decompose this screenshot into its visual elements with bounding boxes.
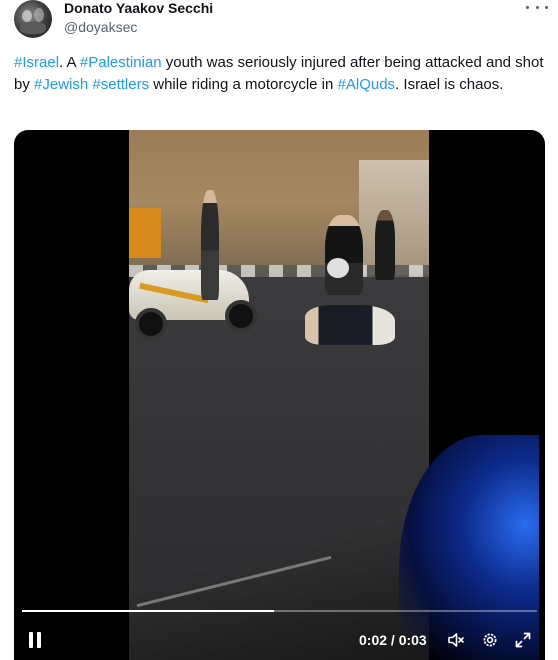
tweet-header: Donato Yaakov Secchi @doyaksec	[0, 0, 558, 44]
tweet-text-segment: while riding a motorcycle in	[149, 76, 338, 93]
avatar-figure	[34, 8, 44, 22]
hashtag-link[interactable]: #Palestinian	[80, 54, 162, 71]
ellipsis-dot	[526, 5, 529, 9]
user-handle[interactable]: @doyaksec	[64, 19, 137, 35]
orange-delivery-box	[129, 208, 161, 258]
hashtag-link[interactable]: #AlQuds	[338, 76, 396, 93]
standing-person	[325, 215, 363, 295]
expand-icon[interactable]	[513, 630, 533, 650]
person-on-ground	[305, 305, 395, 345]
tweet-text: #Israel. A #Palestinian youth was seriou…	[14, 52, 550, 96]
tweet-text-segment: . Israel is chaos.	[395, 76, 504, 93]
user-display-name[interactable]: Donato Yaakov Secchi	[64, 0, 213, 16]
avatar-figure	[20, 22, 46, 34]
standing-person	[375, 210, 395, 280]
ellipsis-dot	[535, 5, 539, 9]
ellipsis-dot	[545, 5, 548, 9]
video-time-display: 0:02 / 0:03	[359, 632, 427, 648]
helmet	[327, 258, 349, 278]
pause-bar	[37, 632, 41, 648]
avatar-figure	[22, 10, 32, 22]
more-options-ellipsis-icon[interactable]	[526, 0, 548, 14]
hashtag-link[interactable]: #settlers	[92, 76, 149, 93]
hashtag-link[interactable]: #Jewish	[34, 76, 88, 93]
video-player[interactable]: 0:02 / 0:03	[14, 130, 545, 660]
standing-person	[201, 190, 219, 300]
scooter-wheel	[135, 308, 167, 340]
video-controls: 0:02 / 0:03	[14, 620, 545, 660]
muted-speaker-icon[interactable]	[446, 630, 466, 650]
user-avatar[interactable]	[14, 0, 52, 38]
pause-bar	[29, 632, 33, 648]
pause-icon[interactable]	[28, 632, 42, 648]
gear-icon[interactable]	[480, 630, 500, 650]
scooter-wheel	[225, 300, 257, 332]
hashtag-link[interactable]: #Israel	[14, 54, 59, 71]
tweet-text-segment: . A	[59, 54, 80, 71]
video-progress-fill	[22, 610, 275, 612]
video-progress-bar[interactable]	[22, 610, 537, 612]
